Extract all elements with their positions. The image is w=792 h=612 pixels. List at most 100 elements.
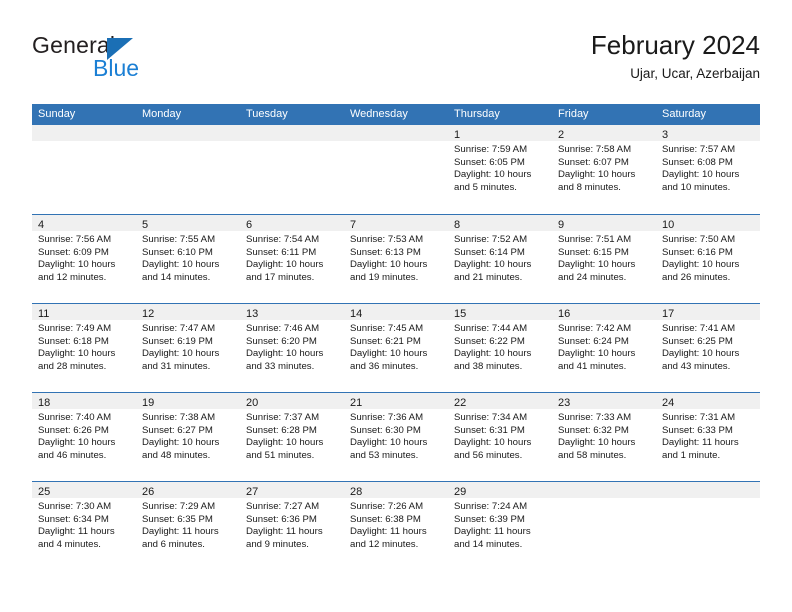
calendar-day-cell[interactable]: 20 Sunrise: 7:37 AM Sunset: 6:28 PM Dayligh… (240, 393, 344, 481)
sunset-time: Sunset: 6:35 PM (142, 513, 213, 525)
calendar-day-cell[interactable]: 1 Sunrise: 7:59 AM Sunset: 6:05 PM Daylight… (448, 125, 552, 214)
day-number-band: 19 (136, 393, 240, 409)
day-number: 24 (662, 397, 675, 409)
calendar-day-cell[interactable]: 4 Sunrise: 7:56 AM Sunset: 6:09 PM Daylight… (32, 215, 136, 303)
day-details: Sunrise: 7:34 AM Sunset: 6:31 PM Daylight:… (448, 409, 552, 462)
day-details: Sunrise: 7:27 AM Sunset: 6:36 PM Daylight:… (240, 498, 344, 551)
daylight-duration: Daylight: 10 hours and 43 minutes. (662, 348, 740, 372)
day-number-band (32, 125, 136, 141)
daylight-duration: Daylight: 10 hours and 36 minutes. (350, 348, 428, 372)
day-number: 18 (38, 397, 51, 409)
calendar-day-cell[interactable]: 16 Sunrise: 7:42 AM Sunset: 6:24 PM Dayligh… (552, 304, 656, 392)
calendar-day-cell[interactable]: 6 Sunrise: 7:54 AM Sunset: 6:11 PM Daylight… (240, 215, 344, 303)
daylight-duration: Daylight: 10 hours and 5 minutes. (454, 169, 532, 193)
sunrise-time: Sunrise: 7:30 AM (38, 501, 112, 512)
sunset-time: Sunset: 6:38 PM (350, 513, 421, 525)
daylight-duration: Daylight: 11 hours and 6 minutes. (142, 526, 219, 550)
daylight-duration: Daylight: 10 hours and 51 minutes. (246, 437, 324, 461)
calendar-day-cell[interactable]: 24 Sunrise: 7:31 AM Sunset: 6:33 PM Dayligh… (656, 393, 760, 481)
calendar-day-cell[interactable]: 17 Sunrise: 7:41 AM Sunset: 6:25 PM Dayligh… (656, 304, 760, 392)
calendar-empty-cell (240, 125, 344, 214)
sunset-time: Sunset: 6:18 PM (38, 335, 109, 347)
sunset-time: Sunset: 6:15 PM (558, 246, 629, 258)
daylight-duration: Daylight: 10 hours and 8 minutes. (558, 169, 636, 193)
day-number: 13 (246, 308, 259, 320)
calendar-empty-cell (344, 125, 448, 214)
day-number-band: 11 (32, 304, 136, 320)
day-number-band: 4 (32, 215, 136, 231)
calendar-day-cell[interactable]: 21 Sunrise: 7:36 AM Sunset: 6:30 PM Dayligh… (344, 393, 448, 481)
sunrise-time: Sunrise: 7:57 AM (662, 144, 736, 155)
day-number: 10 (662, 219, 675, 231)
calendar-day-cell[interactable]: 23 Sunrise: 7:33 AM Sunset: 6:32 PM Dayligh… (552, 393, 656, 481)
sunrise-time: Sunrise: 7:59 AM (454, 144, 528, 155)
day-details: Sunrise: 7:53 AM Sunset: 6:13 PM Daylight:… (344, 231, 448, 284)
calendar-day-cell[interactable]: 15 Sunrise: 7:44 AM Sunset: 6:22 PM Dayligh… (448, 304, 552, 392)
day-details: Sunrise: 7:57 AM Sunset: 6:08 PM Daylight:… (656, 141, 760, 194)
day-details: Sunrise: 7:56 AM Sunset: 6:09 PM Daylight:… (32, 231, 136, 284)
day-number-band: 15 (448, 304, 552, 320)
calendar-day-cell[interactable]: 12 Sunrise: 7:47 AM Sunset: 6:19 PM Dayligh… (136, 304, 240, 392)
sunset-time: Sunset: 6:25 PM (662, 335, 733, 347)
calendar-day-cell[interactable]: 19 Sunrise: 7:38 AM Sunset: 6:27 PM Dayligh… (136, 393, 240, 481)
calendar-day-cell[interactable]: 11 Sunrise: 7:49 AM Sunset: 6:18 PM Dayligh… (32, 304, 136, 392)
calendar-day-cell[interactable]: 28 Sunrise: 7:26 AM Sunset: 6:38 PM Dayligh… (344, 482, 448, 570)
general-blue-logo[interactable]: General Blue (32, 32, 232, 84)
weekday-header-row: Sunday Monday Tuesday Wednesday Thursday… (32, 104, 760, 125)
weekday-header-tuesday: Tuesday (246, 108, 288, 120)
day-number-band: 2 (552, 125, 656, 141)
calendar-day-cell[interactable]: 8 Sunrise: 7:52 AM Sunset: 6:14 PM Daylight… (448, 215, 552, 303)
weekday-header-friday: Friday (558, 108, 589, 120)
day-number: 6 (246, 219, 253, 231)
day-number-band: 18 (32, 393, 136, 409)
calendar-day-cell[interactable]: 5 Sunrise: 7:55 AM Sunset: 6:10 PM Daylight… (136, 215, 240, 303)
daylight-duration: Daylight: 11 hours and 4 minutes. (38, 526, 115, 550)
calendar-day-cell[interactable]: 25 Sunrise: 7:30 AM Sunset: 6:34 PM Dayligh… (32, 482, 136, 570)
day-number-band: 21 (344, 393, 448, 409)
weekday-header-wednesday: Wednesday (350, 108, 408, 120)
calendar-day-cell[interactable]: 2 Sunrise: 7:58 AM Sunset: 6:07 PM Daylight… (552, 125, 656, 214)
calendar-day-cell[interactable]: 7 Sunrise: 7:53 AM Sunset: 6:13 PM Daylight… (344, 215, 448, 303)
day-number-band: 12 (136, 304, 240, 320)
calendar-day-cell[interactable]: 27 Sunrise: 7:27 AM Sunset: 6:36 PM Dayligh… (240, 482, 344, 570)
calendar-day-cell[interactable]: 10 Sunrise: 7:50 AM Sunset: 6:16 PM Dayligh… (656, 215, 760, 303)
day-details: Sunrise: 7:31 AM Sunset: 6:33 PM Daylight:… (656, 409, 760, 462)
calendar-day-cell[interactable]: 29 Sunrise: 7:24 AM Sunset: 6:39 PM Dayligh… (448, 482, 552, 570)
sunset-time: Sunset: 6:16 PM (662, 246, 733, 258)
calendar-week-row: 25 Sunrise: 7:30 AM Sunset: 6:34 PM Dayligh… (32, 481, 760, 570)
sunset-time: Sunset: 6:28 PM (246, 424, 317, 436)
day-number: 26 (142, 486, 155, 498)
sunrise-time: Sunrise: 7:38 AM (142, 412, 216, 423)
day-details: Sunrise: 7:40 AM Sunset: 6:26 PM Daylight:… (32, 409, 136, 462)
calendar-day-cell[interactable]: 13 Sunrise: 7:46 AM Sunset: 6:20 PM Dayligh… (240, 304, 344, 392)
daylight-duration: Daylight: 10 hours and 38 minutes. (454, 348, 532, 372)
day-number: 5 (142, 219, 149, 231)
calendar-day-cell[interactable]: 14 Sunrise: 7:45 AM Sunset: 6:21 PM Dayligh… (344, 304, 448, 392)
day-number-band: 23 (552, 393, 656, 409)
calendar-empty-cell (32, 125, 136, 214)
day-number: 4 (38, 219, 45, 231)
sunset-time: Sunset: 6:30 PM (350, 424, 421, 436)
sunrise-time: Sunrise: 7:44 AM (454, 323, 528, 334)
day-details: Sunrise: 7:55 AM Sunset: 6:10 PM Daylight:… (136, 231, 240, 284)
sunset-time: Sunset: 6:14 PM (454, 246, 525, 258)
calendar-day-cell[interactable]: 22 Sunrise: 7:34 AM Sunset: 6:31 PM Dayligh… (448, 393, 552, 481)
sunrise-time: Sunrise: 7:58 AM (558, 144, 632, 155)
calendar-day-cell[interactable]: 9 Sunrise: 7:51 AM Sunset: 6:15 PM Daylight… (552, 215, 656, 303)
logo-text-blue: Blue (93, 55, 140, 81)
daylight-duration: Daylight: 11 hours and 12 minutes. (350, 526, 427, 550)
calendar-day-cell[interactable]: 18 Sunrise: 7:40 AM Sunset: 6:26 PM Dayligh… (32, 393, 136, 481)
location-subtitle: Ujar, Ucar, Azerbaijan (630, 66, 760, 81)
calendar-day-cell[interactable]: 26 Sunrise: 7:29 AM Sunset: 6:35 PM Dayligh… (136, 482, 240, 570)
day-number: 19 (142, 397, 155, 409)
sunset-time: Sunset: 6:36 PM (246, 513, 317, 525)
day-number-band (136, 125, 240, 141)
day-details: Sunrise: 7:38 AM Sunset: 6:27 PM Daylight:… (136, 409, 240, 462)
day-number-band: 22 (448, 393, 552, 409)
calendar-day-cell[interactable]: 3 Sunrise: 7:57 AM Sunset: 6:08 PM Daylight… (656, 125, 760, 214)
calendar-week-row: 4 Sunrise: 7:56 AM Sunset: 6:09 PM Daylight… (32, 214, 760, 303)
day-number-band: 29 (448, 482, 552, 498)
calendar-empty-cell (552, 482, 656, 570)
day-number-band: 5 (136, 215, 240, 231)
day-number-band: 14 (344, 304, 448, 320)
